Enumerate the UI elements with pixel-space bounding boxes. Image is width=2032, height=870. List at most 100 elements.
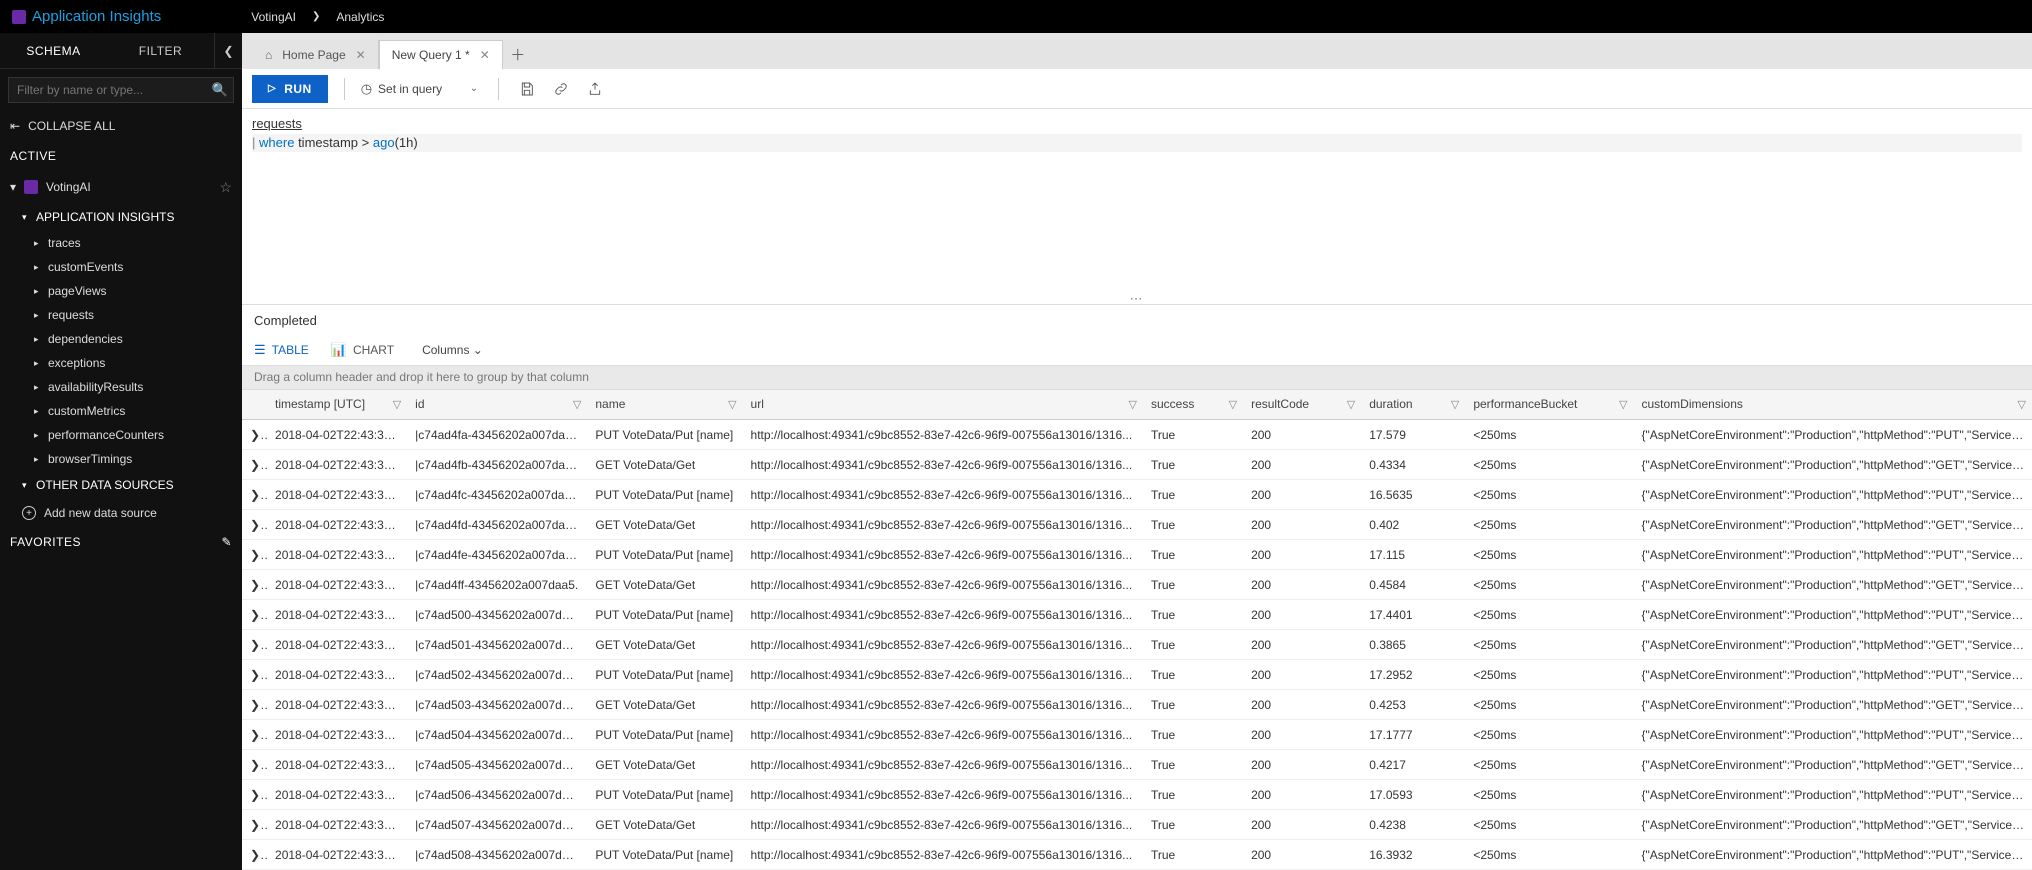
filter-icon[interactable]: ▽ — [1229, 398, 1237, 411]
collapse-sidebar-button[interactable]: ❮ — [214, 33, 242, 69]
expand-row-button[interactable]: ❯ — [242, 420, 267, 450]
expand-row-button[interactable]: ❯ — [242, 630, 267, 660]
col-customdimensions[interactable]: customDimensions▽ — [1634, 390, 2032, 420]
col-performancebucket[interactable]: performanceBucket▽ — [1465, 390, 1633, 420]
result-tab-chart[interactable]: 📊 CHART — [331, 342, 394, 358]
filter-icon[interactable]: ▽ — [728, 398, 736, 411]
filter-icon[interactable]: ▽ — [1451, 398, 1459, 411]
table-row[interactable]: ❯2018-04-02T22:43:31.566|c74ad505-434562… — [242, 750, 2032, 780]
expand-row-button[interactable]: ❯ — [242, 450, 267, 480]
cell-performancebucket: <250ms — [1465, 450, 1633, 480]
tree-item-traces[interactable]: ▸traces — [0, 231, 242, 255]
columns-dropdown[interactable]: Columns ⌄ — [422, 343, 483, 357]
add-data-source-button[interactable]: + Add new data source — [0, 499, 242, 527]
tree-item-customMetrics[interactable]: ▸customMetrics — [0, 399, 242, 423]
filter-icon[interactable]: ▽ — [1347, 398, 1355, 411]
group-by-drop-zone[interactable]: Drag a column header and drop it here to… — [242, 366, 2032, 390]
table-row[interactable]: ❯2018-04-02T22:43:30.029|c74ad4fb-434562… — [242, 450, 2032, 480]
table-row[interactable]: ❯2018-04-02T22:43:31.895|c74ad508-434562… — [242, 840, 2032, 870]
filter-icon[interactable]: ▽ — [393, 398, 401, 411]
favorites-section[interactable]: FAVORITES ✎ — [0, 527, 242, 557]
tree-item-requests[interactable]: ▸requests — [0, 303, 242, 327]
tree-item-pageViews[interactable]: ▸pageViews — [0, 279, 242, 303]
filter-icon[interactable]: ▽ — [1619, 398, 1627, 411]
export-button[interactable] — [583, 77, 607, 101]
table-row[interactable]: ❯2018-04-02T22:43:31.399|c74ad503-434562… — [242, 690, 2032, 720]
collapse-all-button[interactable]: ⇤ COLLAPSE ALL — [0, 111, 242, 141]
col-success[interactable]: success▽ — [1143, 390, 1243, 420]
table-row[interactable]: ❯2018-04-02T22:43:31.064|c74ad4ff-434562… — [242, 570, 2032, 600]
splitter-handle[interactable]: ⋯ — [242, 291, 2032, 305]
editor-token: requests — [252, 116, 302, 131]
table-row[interactable]: ❯2018-04-02T22:43:31.541|c74ad504-434562… — [242, 720, 2032, 750]
pencil-icon[interactable]: ✎ — [221, 535, 232, 549]
expand-row-button[interactable]: ❯ — [242, 720, 267, 750]
table-row[interactable]: ❯2018-04-02T22:43:31.750|c74ad507-434562… — [242, 810, 2032, 840]
save-button[interactable] — [515, 77, 539, 101]
col-resultcode[interactable]: resultCode▽ — [1243, 390, 1361, 420]
table-row[interactable]: ❯2018-04-02T22:43:31.375|c74ad502-434562… — [242, 660, 2032, 690]
expand-row-button[interactable]: ❯ — [242, 540, 267, 570]
breadcrumb-item[interactable]: VotingAI — [251, 10, 296, 24]
expand-row-button[interactable]: ❯ — [242, 690, 267, 720]
star-icon[interactable]: ☆ — [219, 179, 232, 196]
tab-filter[interactable]: FILTER — [107, 33, 214, 69]
tree-item-availabilityResults[interactable]: ▸availabilityResults — [0, 375, 242, 399]
table-row[interactable]: ❯2018-04-02T22:43:30.233|c74ad4fd-434562… — [242, 510, 2032, 540]
expand-row-button[interactable]: ❯ — [242, 570, 267, 600]
cell-success: True — [1143, 630, 1243, 660]
tab-schema[interactable]: SCHEMA — [0, 33, 107, 69]
tab-new-query[interactable]: New Query 1 * ✕ — [379, 40, 503, 70]
table-row[interactable]: ❯2018-04-02T22:43:31.725|c74ad506-434562… — [242, 780, 2032, 810]
tree-item-customEvents[interactable]: ▸customEvents — [0, 255, 242, 279]
col-timestamp[interactable]: timestamp [UTC]▽ — [267, 390, 407, 420]
table-row[interactable]: ❯2018-04-02T22:43:30.209|c74ad4fc-434562… — [242, 480, 2032, 510]
col-url[interactable]: url▽ — [743, 390, 1143, 420]
editor-token: ago — [373, 135, 395, 150]
table-row[interactable]: ❯2018-04-02T22:43:31.197|c74ad500-434562… — [242, 600, 2032, 630]
expand-row-button[interactable]: ❯ — [242, 480, 267, 510]
cell-id: |c74ad4fd-43456202a007daa5. — [407, 510, 587, 540]
table-row[interactable]: ❯2018-04-02T22:43:31.038|c74ad4fe-434562… — [242, 540, 2032, 570]
tree-item-browserTimings[interactable]: ▸browserTimings — [0, 447, 242, 471]
group-application-insights[interactable]: ▾ APPLICATION INSIGHTS — [0, 203, 242, 231]
col-name[interactable]: name▽ — [587, 390, 742, 420]
cell-customdimensions: {"AspNetCoreEnvironment":"Production","h… — [1634, 750, 2032, 780]
brand[interactable]: Application Insights — [12, 8, 161, 25]
table-row[interactable]: ❯2018-04-02T22:43:31.221|c74ad501-434562… — [242, 630, 2032, 660]
expand-row-button[interactable]: ❯ — [242, 510, 267, 540]
set-in-query-label: Set in query — [378, 82, 442, 96]
expand-row-button[interactable]: ❯ — [242, 840, 267, 870]
tree-item-dependencies[interactable]: ▸dependencies — [0, 327, 242, 351]
close-icon[interactable]: ✕ — [480, 48, 490, 62]
tab-home-page[interactable]: ⌂ Home Page ✕ — [252, 39, 379, 69]
brand-label: Application Insights — [32, 8, 161, 25]
expand-row-button[interactable]: ❯ — [242, 600, 267, 630]
add-tab-button[interactable]: ＋ — [503, 39, 533, 69]
tree-item-exceptions[interactable]: ▸exceptions — [0, 351, 242, 375]
expand-row-button[interactable]: ❯ — [242, 750, 267, 780]
group-other-data-sources[interactable]: ▾ OTHER DATA SOURCES — [0, 471, 242, 499]
result-tab-table[interactable]: ☰ TABLE — [254, 342, 309, 358]
set-in-query-dropdown[interactable]: ◷ Set in query ⌄ — [361, 81, 482, 97]
cell-performancebucket: <250ms — [1465, 600, 1633, 630]
sidebar-app[interactable]: ▾ VotingAI ☆ — [0, 171, 242, 203]
table-row[interactable]: ❯2018-04-02T22:43:30.004|c74ad4fa-434562… — [242, 420, 2032, 450]
filter-icon[interactable]: ▽ — [1129, 398, 1137, 411]
cell-performancebucket: <250ms — [1465, 540, 1633, 570]
expand-row-button[interactable]: ❯ — [242, 810, 267, 840]
copy-link-button[interactable] — [549, 77, 573, 101]
filter-icon[interactable]: ▽ — [2018, 398, 2026, 411]
tree-item-performanceCounters[interactable]: ▸performanceCounters — [0, 423, 242, 447]
query-editor[interactable]: requests | where timestamp > ago(1h) — [242, 109, 2032, 279]
run-button[interactable]: ▷ RUN — [252, 75, 328, 103]
close-icon[interactable]: ✕ — [356, 48, 366, 62]
expand-row-button[interactable]: ❯ — [242, 780, 267, 810]
expand-row-button[interactable]: ❯ — [242, 660, 267, 690]
schema-filter-input[interactable] — [8, 77, 234, 103]
filter-icon[interactable]: ▽ — [573, 398, 581, 411]
cell-resultcode: 200 — [1243, 630, 1361, 660]
col-id[interactable]: id▽ — [407, 390, 587, 420]
col-duration[interactable]: duration▽ — [1361, 390, 1465, 420]
breadcrumb-item[interactable]: Analytics — [336, 10, 384, 24]
